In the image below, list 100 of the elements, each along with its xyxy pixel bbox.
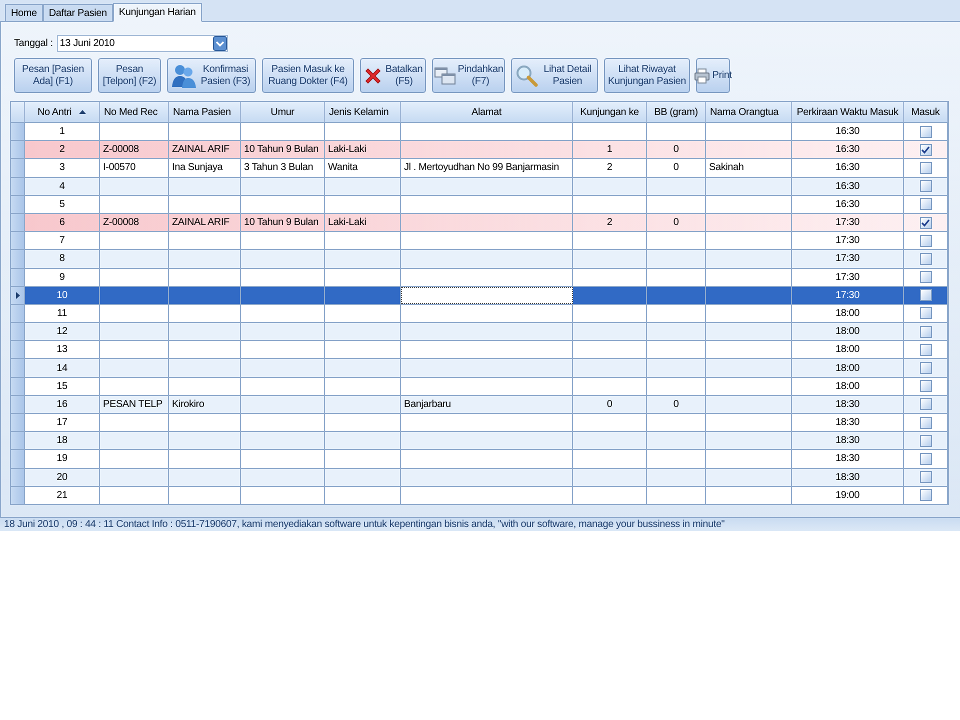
time-cell-text: 18:30: [834, 398, 861, 412]
table-row[interactable]: 18 18:30: [11, 432, 948, 450]
table-row[interactable]: 4 16:30: [11, 178, 948, 196]
weight-cell-text: 0: [672, 398, 680, 412]
table-row[interactable]: 1 16:30: [11, 123, 948, 142]
visit-count-cell-text: 2: [606, 161, 614, 176]
queue-number-cell-text: 12: [56, 325, 68, 340]
checkbox[interactable]: [920, 162, 932, 174]
checkbox[interactable]: [920, 489, 932, 502]
time-cell-text: 18:00: [834, 362, 861, 376]
checkbox[interactable]: [920, 380, 932, 392]
column-header[interactable]: No Antri: [25, 102, 100, 122]
tab[interactable]: Daftar Pasien: [42, 4, 113, 22]
gender-cell-text: Laki-Laki: [327, 143, 368, 158]
checkbox[interactable]: [920, 307, 932, 320]
checkbox[interactable]: [920, 362, 932, 374]
queue-number-cell-text: 9: [58, 270, 66, 285]
checkmark-icon: [921, 146, 930, 154]
table-row[interactable]: 13 18:00: [11, 341, 948, 360]
table-row[interactable]: 14 18:00: [11, 359, 948, 378]
tab[interactable]: Home: [5, 4, 43, 22]
checkbox[interactable]: [920, 126, 932, 138]
table-row[interactable]: 8 17:30: [11, 250, 948, 268]
table-row[interactable]: 15 18:00: [11, 378, 948, 396]
time-cell-text: 16:30: [834, 143, 861, 158]
table-row[interactable]: 17 18:30: [11, 414, 948, 432]
toolbar-button[interactable]: Lihat Riwayat Kunjungan Pasien: [604, 58, 690, 93]
checkbox[interactable]: [920, 144, 932, 156]
time-cell-text: 18:30: [834, 434, 861, 448]
current-row-icon: [16, 292, 20, 299]
checkbox[interactable]: [920, 452, 932, 465]
record-number-cell-text: I-00570: [102, 161, 137, 176]
checkbox[interactable]: [920, 434, 932, 447]
time-cell-text: 16:30: [834, 180, 861, 194]
table-row[interactable]: 12 18:00: [11, 323, 948, 342]
checkbox[interactable]: [920, 344, 932, 356]
column-header[interactable]: Nama Pasien: [169, 102, 241, 122]
checkbox[interactable]: [920, 180, 932, 192]
table-row[interactable]: 11 18:00: [11, 304, 948, 324]
queue-number-cell-text: 20: [56, 470, 68, 485]
toolbar-button[interactable]: Print: [696, 58, 730, 93]
column-header[interactable]: Masuk: [904, 102, 948, 122]
toolbar-button[interactable]: Konfirmasi Pasien (F3): [167, 58, 256, 93]
table-row[interactable]: 7 17:30: [11, 232, 948, 250]
age-cell-text: 3 Tahun 3 Bulan: [243, 161, 314, 176]
checkbox[interactable]: [920, 252, 932, 265]
queue-number-cell-text: 5: [58, 198, 66, 212]
checkbox[interactable]: [920, 471, 932, 484]
column-header[interactable]: Umur: [241, 102, 325, 122]
toolbar-button[interactable]: Pindahkan (F7): [432, 58, 505, 93]
column-header[interactable]: BB (gram): [647, 102, 706, 122]
time-cell-text: 17:30: [834, 288, 861, 303]
checkbox[interactable]: [920, 416, 932, 429]
table-row[interactable]: 16 PESAN TELP Kirokiro Banjarbaru 0 0 18:30: [11, 396, 948, 414]
toolbar-button[interactable]: Pesan [Pasien Ada] (F1): [14, 58, 92, 93]
checkbox[interactable]: [920, 234, 932, 247]
people-icon: [171, 62, 197, 88]
toolbar-button[interactable]: Pasien Masuk ke Ruang Dokter (F4): [262, 58, 354, 93]
table-row[interactable]: 19 18:30: [11, 450, 948, 469]
status-bar: 18 Juni 2010 , 09 : 44 : 11 Contact Info : 0511-7190607, kami menyediakan software untuk kepentingan bisnis anda, "with our software, manage your bussiness in minute": [0, 517, 960, 531]
queue-number-cell-text: 8: [58, 252, 66, 266]
tab[interactable]: Kunjungan Harian: [112, 3, 202, 22]
toolbar-button[interactable]: Pesan [Telpon] (F2): [98, 58, 161, 93]
checkbox[interactable]: [920, 398, 932, 410]
table-row[interactable]: 9 17:30: [11, 268, 948, 287]
table-row[interactable]: 5 16:30: [11, 196, 948, 214]
table-row[interactable]: 3 I-00570 Ina Sunjaya 3 Tahun 3 Bulan Wanita Jl . Mertoyudhan No 99 Banjarmasin 2 0 Sakinah 16:30: [11, 159, 948, 178]
row-header[interactable]: [11, 286, 25, 304]
column-header[interactable]: Kunjungan ke: [573, 102, 647, 122]
table-row[interactable]: 20 18:30: [11, 468, 948, 487]
toolbar-button[interactable]: Lihat Detail Pasien: [511, 58, 598, 93]
queue-number-cell-text: 6: [58, 216, 66, 230]
checkbox[interactable]: [920, 216, 932, 229]
column-header[interactable]: Perkiraan Waktu Masuk: [792, 102, 904, 122]
column-header[interactable]: Jenis Kelamin: [325, 102, 401, 122]
age-cell-text: 10 Tahun 9 Bulan: [243, 143, 320, 158]
table-row[interactable]: 10 17:30: [11, 286, 948, 305]
printer-icon: [694, 68, 710, 84]
time-cell-text: 18:00: [834, 343, 861, 358]
column-header[interactable]: No Med Rec: [100, 102, 169, 122]
queue-number-cell-text: 18: [56, 434, 68, 448]
toolbar-button[interactable]: Batalkan (F5): [360, 58, 426, 93]
checkbox[interactable]: [920, 326, 932, 338]
checkbox[interactable]: [920, 198, 932, 210]
queue-number-cell-text: 19: [56, 452, 68, 466]
patient-name-cell-text: Kirokiro: [171, 398, 206, 412]
column-header[interactable]: Alamat: [401, 102, 573, 122]
table-row[interactable]: 2 Z-00008 ZAINAL ARIF 10 Tahun 9 Bulan Laki-Laki 1 0 16:30: [11, 141, 948, 160]
checkbox[interactable]: [920, 271, 932, 284]
date-dropdown[interactable]: 13 Juni 2010: [56, 35, 228, 52]
column-header[interactable]: Nama Orangtua: [706, 102, 792, 122]
table-row[interactable]: 6 Z-00008 ZAINAL ARIF 10 Tahun 9 Bulan Laki-Laki 2 0 17:30: [11, 214, 948, 232]
table-row[interactable]: 21 19:00: [11, 486, 948, 504]
queue-number-cell-text: 16: [56, 398, 68, 412]
search-icon: [515, 64, 539, 88]
time-cell-text: 18:30: [834, 452, 861, 466]
time-cell-text: 18:30: [834, 470, 861, 485]
time-cell-text: 18:00: [834, 380, 861, 394]
time-cell-text: 17:30: [834, 252, 861, 266]
checkbox[interactable]: [920, 289, 932, 302]
